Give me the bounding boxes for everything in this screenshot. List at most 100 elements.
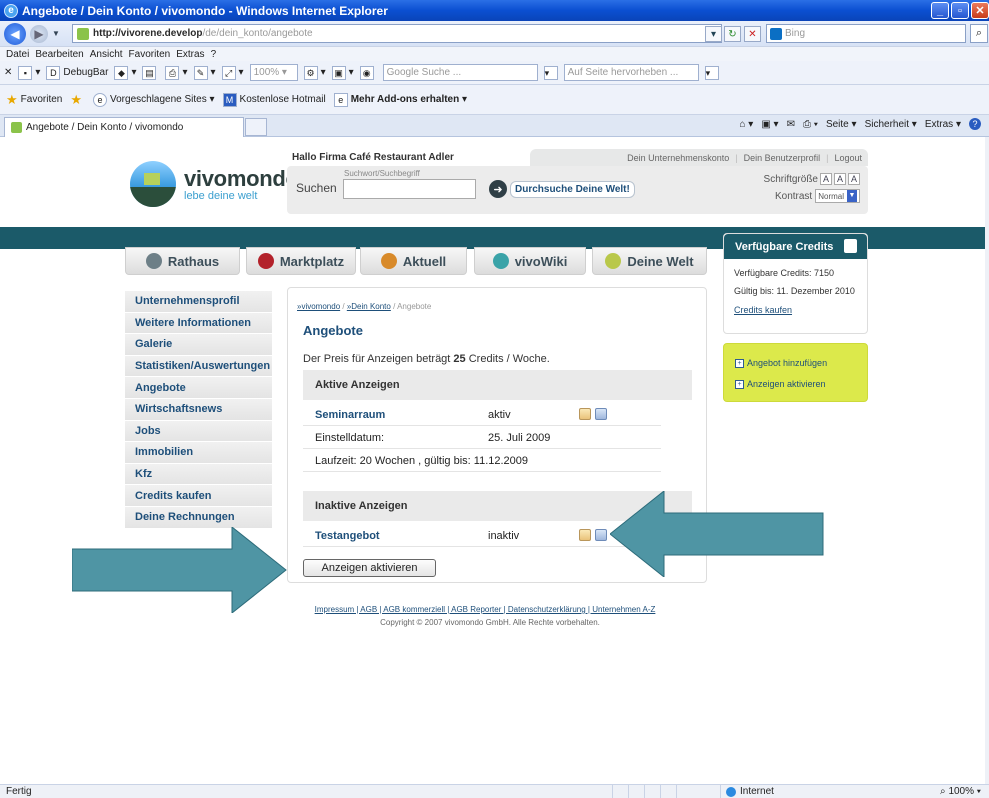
menu-help[interactable]: ? xyxy=(211,49,217,60)
ad-name-link[interactable]: Testangebot xyxy=(315,530,380,542)
refresh-icon[interactable]: ↻ xyxy=(724,26,741,42)
search-input[interactable]: Bing xyxy=(766,24,966,43)
address-dropdown-icon[interactable]: ▾ xyxy=(705,26,722,42)
delete-icon[interactable] xyxy=(595,529,607,541)
nav-tab-deine-welt[interactable]: Deine Welt xyxy=(592,247,707,275)
menu-ansicht[interactable]: Ansicht xyxy=(90,49,123,60)
nav-tab-aktuell[interactable]: Aktuell xyxy=(360,247,467,275)
close-button[interactable]: ✕ xyxy=(971,2,989,19)
sidebar-item-statistiken[interactable]: Statistiken/Auswertungen xyxy=(125,355,272,378)
search-icon[interactable]: ⌕ xyxy=(970,24,988,43)
sidebar-item-deine-rechnungen[interactable]: Deine Rechnungen xyxy=(125,506,272,529)
google-search-input[interactable]: Google Suche ... xyxy=(382,64,538,81)
print-icon[interactable]: ⎙ ▾ xyxy=(165,65,188,80)
zoom-select[interactable]: 100% ▾ xyxy=(249,64,298,81)
site-search-input[interactable] xyxy=(343,179,476,199)
menu-extras[interactable]: Extras xyxy=(176,49,204,60)
menu-bar: Datei Bearbeiten Ansicht Favoriten Extra… xyxy=(0,47,989,61)
sidebar-item-kfz[interactable]: Kfz xyxy=(125,463,272,486)
google-dropdown-icon[interactable]: ▾ xyxy=(543,65,558,80)
vivomondo-logo[interactable]: vivomondo lebe deine welt xyxy=(130,161,299,207)
sidebar-item-galerie[interactable]: Galerie xyxy=(125,334,272,356)
debugbar-button[interactable]: D DebugBar xyxy=(46,65,108,80)
mail-icon[interactable]: ✉ xyxy=(787,119,795,130)
sidebar-item-angebote[interactable]: Angebote xyxy=(125,377,272,399)
resize-icon[interactable]: ⤢ ▾ xyxy=(221,65,244,80)
delete-icon[interactable] xyxy=(595,408,607,420)
url-field[interactable]: http://vivorene.develop/de/dein_konto/an… xyxy=(72,24,722,43)
fontsize-medium-button[interactable]: A xyxy=(834,173,846,185)
tool-icon-b[interactable]: ▣ ▾ xyxy=(331,65,354,80)
tool-icon-c[interactable]: ◉ xyxy=(359,65,377,80)
sidebar-item-jobs[interactable]: Jobs xyxy=(125,420,272,443)
nav-tab-rathaus[interactable]: Rathaus xyxy=(125,247,240,275)
edit-icon[interactable] xyxy=(579,529,591,541)
help-icon[interactable]: ? xyxy=(969,118,981,130)
home-icon[interactable]: ⌂ ▾ xyxy=(739,119,753,130)
scrollbar[interactable] xyxy=(985,137,989,784)
add-offer-link[interactable]: + Angebot hinzufügen xyxy=(735,358,827,368)
highlight-input[interactable]: Auf Seite hervorheben ... xyxy=(563,64,699,81)
new-tab-button[interactable] xyxy=(245,118,267,136)
search-label: Suchen xyxy=(296,181,337,195)
activate-ads-button[interactable]: Anzeigen aktivieren xyxy=(303,559,436,577)
plugin-icon[interactable]: ◆ ▾ xyxy=(114,65,136,80)
suggested-sites[interactable]: e Vorgeschlagene Sites ▾ xyxy=(93,92,215,107)
highlight-dropdown-icon[interactable]: ▾ xyxy=(704,65,719,80)
forward-button[interactable]: ▶ xyxy=(30,24,48,43)
price-text-post: Credits / Woche. xyxy=(465,353,550,365)
fontsize-small-button[interactable]: A xyxy=(820,173,832,185)
breadcrumb-vivomondo[interactable]: »vivomondo xyxy=(297,302,340,311)
breadcrumb-konto[interactable]: »Dein Konto xyxy=(347,302,391,311)
back-button[interactable]: ◀ xyxy=(4,22,26,45)
copyright: Copyright © 2007 vivomondo GmbH. Alle Re… xyxy=(380,618,600,627)
print-icon-cmd[interactable]: ⎙ ▾ xyxy=(803,119,818,130)
company-account-link[interactable]: Dein Unternehmenskonto xyxy=(627,153,729,163)
contrast-select[interactable]: Normal ▼ xyxy=(815,189,860,203)
close-toolbar-icon[interactable]: ✕ xyxy=(4,67,12,78)
extras-menu[interactable]: Extras ▾ xyxy=(925,119,961,130)
stop-icon[interactable]: ✕ xyxy=(744,26,761,42)
tools-icon[interactable]: ▪ ▾ xyxy=(18,65,40,80)
ie-icon: e xyxy=(4,3,18,18)
sidebar-item-wirtschaftsnews[interactable]: Wirtschaftsnews xyxy=(125,398,272,421)
zoom-control[interactable]: ⌕ 100% ▾ xyxy=(940,786,981,797)
nav-tab-label: Rathaus xyxy=(167,253,220,269)
logout-link[interactable]: Logout xyxy=(834,153,862,163)
minimize-button[interactable]: _ xyxy=(931,2,949,19)
menu-datei[interactable]: Datei xyxy=(6,49,29,60)
add-favorite-icon[interactable]: ★ xyxy=(70,92,85,108)
sidebar-item-weitere-informationen[interactable]: Weitere Informationen xyxy=(125,312,272,335)
page-icon[interactable]: ▤ xyxy=(142,65,159,80)
addons-link[interactable]: e Mehr Add-ons erhalten ▾ xyxy=(333,92,467,107)
favorites-button[interactable]: ★ Favoriten xyxy=(6,92,62,108)
command-bar: ⌂ ▾ ▣ ▾ ✉ ⎙ ▾ Seite ▾ Sicherheit ▾ Extra… xyxy=(739,118,981,130)
status-bar: Fertig Internet ⌕ 100% ▾ xyxy=(0,784,989,798)
credits-available: Verfügbare Credits: 7150 xyxy=(734,268,835,278)
credits-buy-link[interactable]: Credits kaufen xyxy=(734,305,792,315)
feeds-icon[interactable]: ▣ ▾ xyxy=(761,119,778,130)
google-placeholder: Google Suche ... xyxy=(386,67,462,78)
tab-favicon xyxy=(11,122,22,133)
security-menu[interactable]: Sicherheit ▾ xyxy=(865,119,917,130)
page-menu[interactable]: Seite ▾ xyxy=(826,119,857,130)
sidebar-item-immobilien[interactable]: Immobilien xyxy=(125,442,272,464)
history-dropdown-icon[interactable]: ▼ xyxy=(52,29,60,38)
edit-icon[interactable] xyxy=(579,408,591,420)
nav-tab-vivowiki[interactable]: vivoWiki xyxy=(474,247,586,275)
sidebar-item-credits-kaufen[interactable]: Credits kaufen xyxy=(125,485,272,507)
site-search-button[interactable]: ➜ Durchsuche Deine Welt! xyxy=(489,179,635,199)
user-profile-link[interactable]: Dein Benutzerprofil xyxy=(744,153,821,163)
nav-tab-marktplatz[interactable]: Marktplatz xyxy=(246,247,356,275)
menu-bearbeiten[interactable]: Bearbeiten xyxy=(35,49,83,60)
activate-ads-link[interactable]: + Anzeigen aktivieren xyxy=(735,379,826,389)
tool-icon-a[interactable]: ⚙ ▾ xyxy=(303,65,326,80)
ad-name-link[interactable]: Seminarraum xyxy=(315,409,385,421)
fontsize-large-button[interactable]: A xyxy=(848,173,860,185)
pen-icon[interactable]: ✎ ▾ xyxy=(193,65,216,80)
hotmail-link[interactable]: M Kostenlose Hotmail xyxy=(222,92,326,107)
maximize-button[interactable]: ▫ xyxy=(951,2,969,19)
browser-tab[interactable]: Angebote / Dein Konto / vivomondo xyxy=(4,117,244,137)
menu-favoriten[interactable]: Favoriten xyxy=(129,49,171,60)
sidebar-item-unternehmensprofil[interactable]: Unternehmensprofil xyxy=(125,291,272,313)
